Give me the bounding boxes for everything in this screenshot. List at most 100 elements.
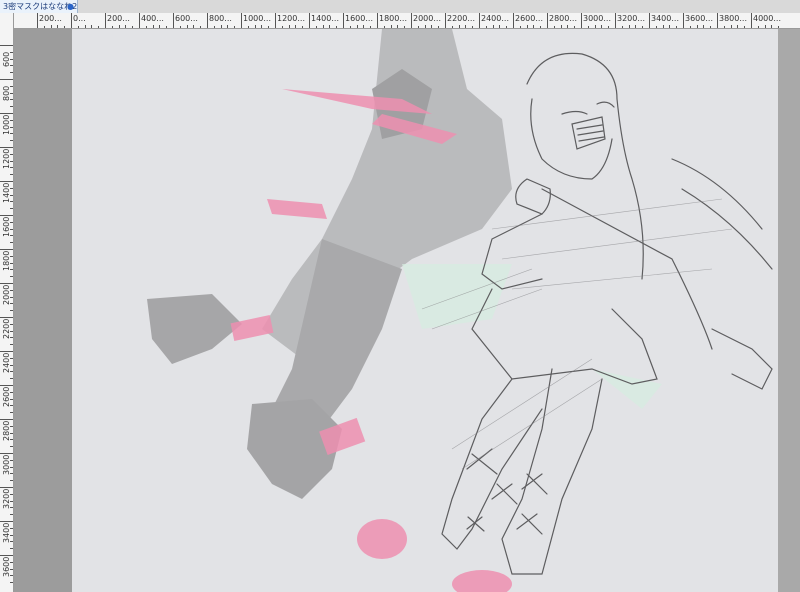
ruler-label: 1800	[2, 250, 11, 271]
ruler-minor-tick	[438, 26, 440, 28]
artwork-illustration	[147, 29, 773, 592]
ruler-minor-tick	[10, 575, 13, 577]
ruler-minor-tick	[10, 480, 13, 482]
ruler-tick	[581, 13, 582, 28]
ruler-minor-tick	[10, 72, 13, 74]
ruler-minor-tick	[186, 25, 188, 28]
ruler-minor-tick	[757, 26, 759, 28]
ruler-label: 200...	[107, 14, 130, 23]
ruler-label: 4000...	[753, 14, 781, 23]
ruler-minor-tick	[10, 296, 13, 298]
ruler-minor-tick	[10, 425, 13, 427]
ruler-minor-tick	[594, 25, 596, 28]
ruler-minor-tick	[268, 26, 270, 28]
ruler-minor-tick	[390, 25, 392, 28]
ruler-label: 1600	[2, 216, 11, 237]
ruler-label: 2800	[2, 420, 11, 441]
ruler-tick	[207, 13, 208, 28]
ruler-minor-tick	[676, 26, 678, 28]
ruler-minor-tick	[10, 391, 13, 393]
ruler-minor-tick	[10, 51, 13, 53]
ruler-tick	[377, 13, 378, 28]
ruler-minor-tick	[10, 473, 13, 475]
horizontal-ruler[interactable]: 200... 0... 200... 400... 600... 800... 1000..…	[13, 13, 800, 29]
ruler-minor-tick	[10, 364, 13, 366]
ruler-minor-tick	[10, 446, 13, 448]
ruler-minor-tick	[10, 133, 13, 135]
ruler-tick	[479, 13, 480, 28]
ruler-minor-tick	[458, 25, 460, 28]
ruler-minor-tick	[10, 330, 13, 332]
ruler-tick	[37, 13, 38, 28]
ruler-minor-tick	[322, 25, 324, 28]
ruler-minor-tick	[587, 26, 589, 28]
right-scroll-area[interactable]	[778, 29, 800, 592]
ruler-minor-tick	[567, 25, 569, 28]
document-tab-bar: 3密マスクはななね2* ●	[0, 0, 800, 14]
ruler-label: 3400...	[651, 14, 679, 23]
ruler-minor-tick	[10, 466, 13, 468]
ruler-minor-tick	[10, 242, 13, 244]
ruler-label: 3200	[2, 488, 11, 509]
ruler-minor-tick	[10, 527, 13, 529]
ruler-minor-tick	[10, 357, 13, 359]
ruler-minor-tick	[10, 255, 13, 257]
ruler-label: 600...	[175, 14, 198, 23]
ruler-minor-tick	[655, 26, 657, 28]
ruler-minor-tick	[10, 235, 13, 237]
ruler-minor-tick	[10, 432, 13, 434]
ruler-minor-tick	[492, 25, 494, 28]
ruler-label: 0...	[73, 14, 86, 23]
ruler-minor-tick	[227, 25, 229, 28]
ruler-minor-tick	[723, 26, 725, 28]
drawing-canvas[interactable]	[72, 29, 778, 592]
ruler-label: 2600	[2, 386, 11, 407]
ruler-minor-tick	[247, 26, 249, 28]
document-tab[interactable]: 3密マスクはななね2* ●	[0, 0, 78, 13]
ruler-label: 3400	[2, 522, 11, 543]
ruler-minor-tick	[43, 26, 45, 28]
ruler-label: 400...	[141, 14, 164, 23]
ruler-minor-tick	[553, 26, 555, 28]
ruler-label: 3600	[2, 556, 11, 577]
ruler-minor-tick	[254, 25, 256, 28]
ruler-minor-tick	[10, 92, 13, 94]
ruler-minor-tick	[370, 26, 372, 28]
ruler-minor-tick	[10, 303, 13, 305]
ruler-minor-tick	[10, 276, 13, 278]
ruler-minor-tick	[125, 25, 127, 28]
ruler-minor-tick	[302, 26, 304, 28]
ruler-label: 2000...	[413, 14, 441, 23]
ruler-tick	[173, 13, 174, 28]
ruler-minor-tick	[621, 26, 623, 28]
ruler-minor-tick	[730, 25, 732, 28]
ruler-label: 3600...	[685, 14, 713, 23]
ruler-label: 1600...	[345, 14, 373, 23]
ruler-label: 2200	[2, 318, 11, 339]
ruler-minor-tick	[295, 25, 297, 28]
ruler-minor-tick	[10, 58, 13, 60]
ruler-minor-tick	[10, 412, 13, 414]
tab-close-icon[interactable]: ●	[67, 0, 74, 13]
ruler-label: 800...	[209, 14, 232, 23]
ruler-minor-tick	[329, 25, 331, 28]
ruler-minor-tick	[574, 26, 576, 28]
ruler-label: 200...	[39, 14, 62, 23]
ruler-minor-tick	[737, 25, 739, 28]
ruler-minor-tick	[10, 323, 13, 325]
ruler-minor-tick	[179, 26, 181, 28]
ruler-minor-tick	[98, 26, 100, 28]
ruler-minor-tick	[10, 310, 13, 312]
ruler-minor-tick	[533, 25, 535, 28]
ruler-minor-tick	[10, 398, 13, 400]
ruler-minor-tick	[363, 25, 365, 28]
vertical-ruler[interactable]: 600 800 1000 1200 1400 1600 1800 2000 2200 2400 26…	[0, 13, 14, 592]
ruler-label: 2800...	[549, 14, 577, 23]
ruler-minor-tick	[10, 201, 13, 203]
ruler-tick	[547, 13, 548, 28]
ruler-minor-tick	[234, 26, 236, 28]
canvas-workspace[interactable]	[14, 29, 800, 592]
ruler-minor-tick	[200, 26, 202, 28]
ruler-minor-tick	[10, 167, 13, 169]
ruler-label: 1800...	[379, 14, 407, 23]
